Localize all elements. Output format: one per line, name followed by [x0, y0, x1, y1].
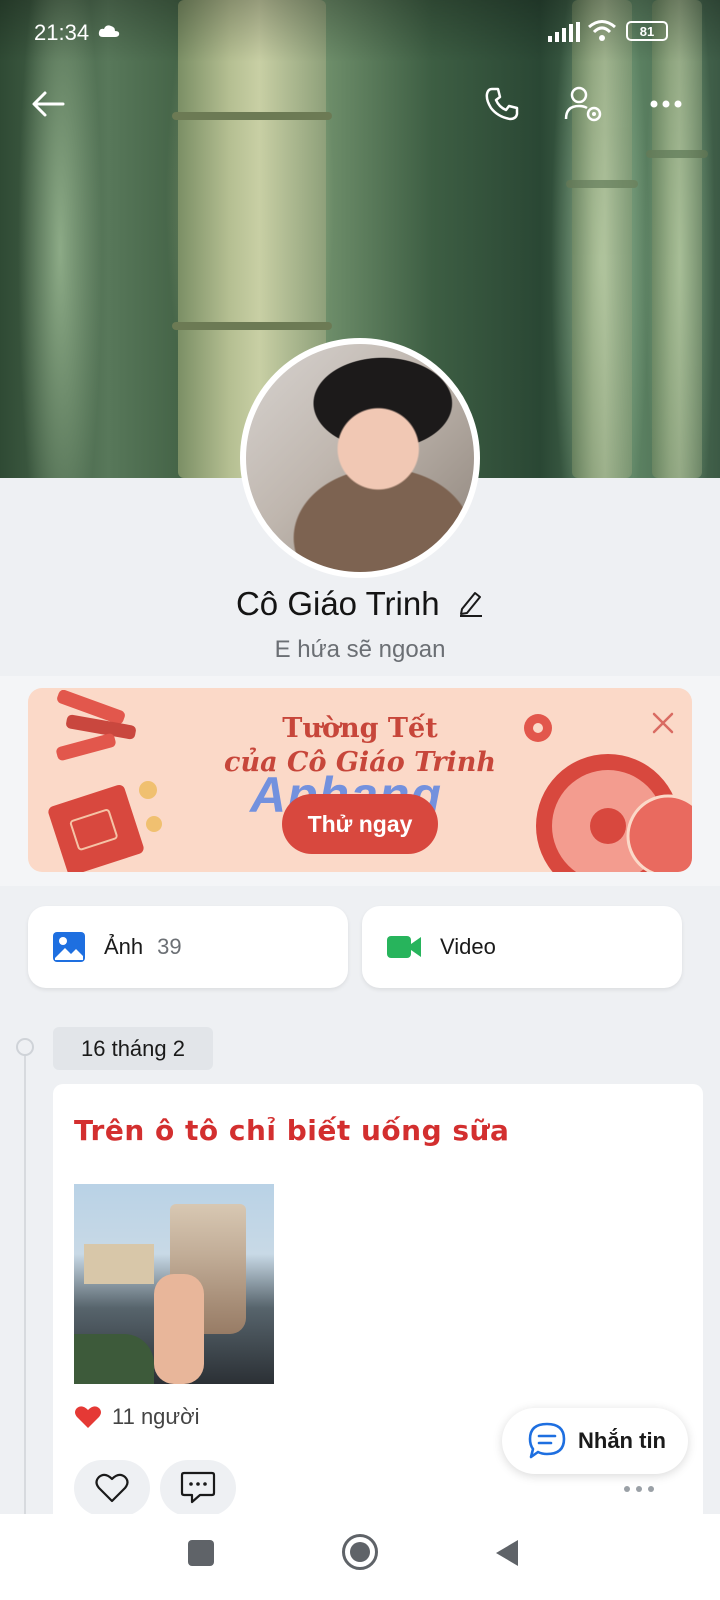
- heart-outline-icon: [95, 1473, 129, 1503]
- system-nav-bar: [0, 1514, 720, 1600]
- battery-icon: 81: [626, 21, 668, 41]
- avatar[interactable]: [240, 338, 480, 578]
- banner-title-line1: Tường Tết: [282, 713, 438, 744]
- hand: [154, 1274, 204, 1384]
- red-envelope-icon: [48, 781, 162, 872]
- post-more-button[interactable]: [623, 1480, 655, 1498]
- photos-count: 39: [157, 934, 182, 959]
- recents-button[interactable]: [188, 1540, 214, 1566]
- profile-name-row: Cô Giáo Trinh: [0, 585, 720, 623]
- profile-settings-button[interactable]: [560, 80, 608, 128]
- back-nav-button[interactable]: [494, 1538, 520, 1573]
- cloud-icon: [98, 25, 120, 37]
- chat-bubble-icon: [528, 1422, 566, 1459]
- home-icon: [350, 1542, 370, 1562]
- user-gear-icon: [564, 86, 602, 122]
- more-dots-icon: [624, 1486, 654, 1492]
- profile-name: Cô Giáo Trinh: [235, 585, 440, 622]
- videos-button[interactable]: Video: [362, 906, 682, 988]
- arrow-left-icon: [32, 91, 65, 117]
- post-photo[interactable]: [74, 1184, 274, 1384]
- home-button[interactable]: [342, 1534, 378, 1570]
- more-dots-icon: [650, 100, 682, 108]
- heart-filled-icon: [75, 1406, 101, 1428]
- tet-wall-banner[interactable]: Tường Tết của Cô Giáo Trinh Aphang Thử n…: [28, 688, 692, 872]
- back-button[interactable]: [24, 80, 72, 128]
- timeline-dot: [16, 1038, 34, 1056]
- signal-icon: [548, 22, 580, 42]
- banner-close-button[interactable]: [652, 708, 674, 742]
- more-options-button[interactable]: [642, 80, 690, 128]
- post-likes[interactable]: 11 người: [74, 1404, 199, 1430]
- photos-label: Ảnh: [104, 934, 144, 959]
- call-button[interactable]: [478, 80, 526, 128]
- send-message-label: Nhắn tin: [578, 1428, 666, 1453]
- battery-level: 81: [639, 23, 655, 39]
- like-button[interactable]: [74, 1460, 150, 1516]
- edit-pencil-icon[interactable]: [458, 589, 484, 617]
- likes-count: 11 người: [112, 1404, 200, 1429]
- post-title: Trên ô tô chỉ biết uống sữa: [74, 1114, 510, 1147]
- profile-status: E hứa sẽ ngoan: [274, 636, 446, 663]
- video-camera-icon: [387, 936, 421, 958]
- image-icon: [53, 932, 85, 962]
- banner-section: Tường Tết của Cô Giáo Trinh Aphang Thử n…: [0, 676, 720, 886]
- comment-button[interactable]: [160, 1460, 236, 1516]
- wifi-icon: [588, 20, 616, 41]
- close-icon: [652, 712, 674, 734]
- send-message-button[interactable]: Nhắn tin: [502, 1408, 688, 1474]
- status-bar: 21:34 81: [0, 0, 720, 62]
- photos-button[interactable]: Ảnh 39: [28, 906, 348, 988]
- top-action-bar: [0, 62, 720, 146]
- date-chip: 16 tháng 2: [53, 1027, 213, 1070]
- comment-icon: [180, 1471, 216, 1504]
- try-now-button[interactable]: Thử ngay: [282, 794, 438, 854]
- videos-label: Video: [440, 934, 496, 959]
- status-time: 21:34: [34, 20, 90, 45]
- triangle-back-icon: [496, 1540, 518, 1566]
- phone-icon: [485, 87, 519, 121]
- timeline-line: [24, 1048, 26, 1518]
